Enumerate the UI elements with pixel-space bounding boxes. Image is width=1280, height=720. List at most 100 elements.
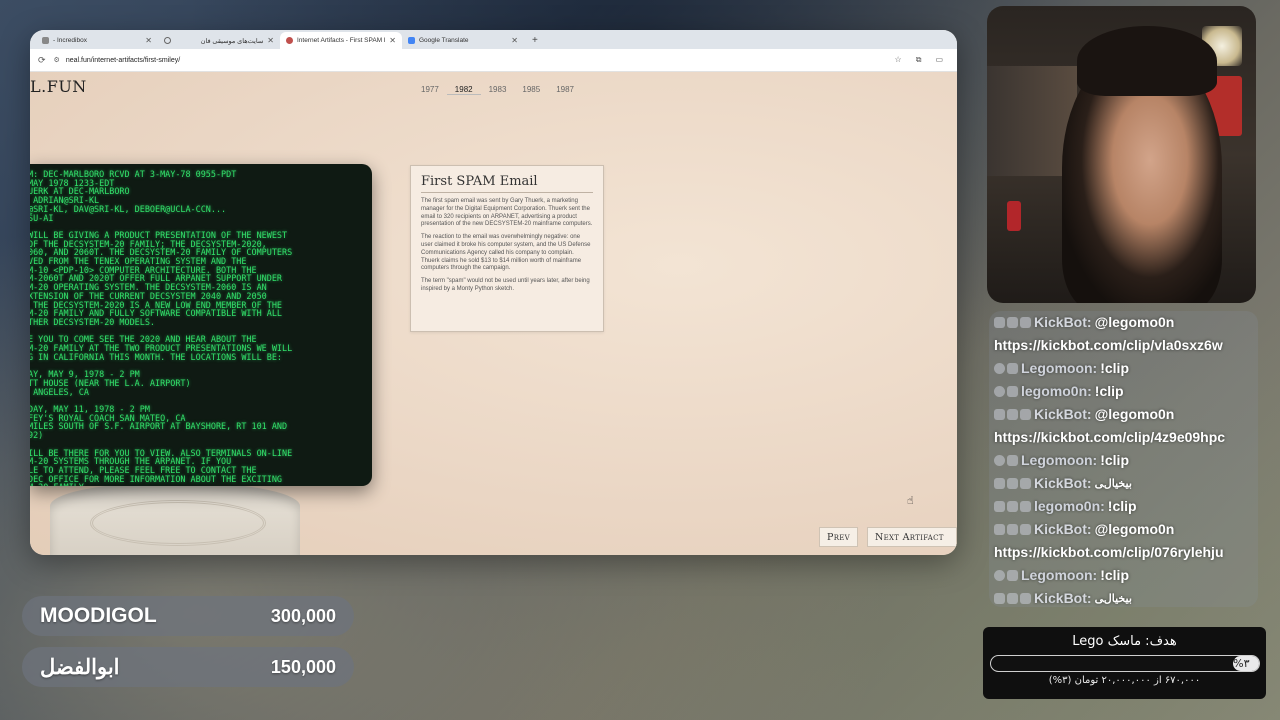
moderator-badge-icon xyxy=(994,408,1005,420)
close-icon[interactable]: ✕ xyxy=(511,36,518,45)
email-terminal: M: DEC-MARLBORO RCVD AT 3-MAY-78 0955-PD… xyxy=(30,164,372,486)
tab-google-translate[interactable]: Google Translate ✕ xyxy=(402,32,524,49)
crown-badge-icon xyxy=(994,569,1005,581)
close-icon[interactable]: ✕ xyxy=(267,36,274,45)
donor-name: MOODIGOL xyxy=(40,604,157,627)
kick-badge-icon xyxy=(1020,500,1031,512)
chat-badges xyxy=(994,500,1031,512)
kick-badge-icon xyxy=(1020,316,1031,328)
tab-internet-artifacts[interactable]: Internet Artifacts - First SPAM E ✕ xyxy=(280,32,402,49)
top-donor-bar: MOODIGOL 300,000 xyxy=(22,596,354,636)
pedestal xyxy=(50,482,300,555)
year-item[interactable]: 1983 xyxy=(481,85,515,95)
chat-text: @legomo0n xyxy=(1094,521,1175,537)
chat-message: https://kickbot.com/clip/vla0sxz6w xyxy=(994,335,1223,355)
site-logo[interactable]: L.FUN xyxy=(30,77,87,96)
chat-message: Legomoon: !clip xyxy=(994,450,1129,470)
donor-amount: 150,000 xyxy=(270,656,336,677)
terminal-text: M: DEC-MARLBORO RCVD AT 3-MAY-78 0955-PD… xyxy=(30,169,293,486)
chat-message: https://kickbot.com/clip/076rylehju xyxy=(994,542,1224,562)
google-translate-icon xyxy=(408,37,415,44)
next-artifact-button[interactable]: Next Artifact xyxy=(867,527,957,547)
close-icon[interactable]: ✕ xyxy=(145,36,152,45)
web-page: L.FUN 1977 1982 1983 1985 1987 M: DEC-MA… xyxy=(30,72,957,555)
chat-username: KickBot: xyxy=(1034,521,1092,537)
donor-name: ابوالفضل xyxy=(40,655,120,679)
chat-badges xyxy=(994,477,1031,489)
year-item[interactable]: 1985 xyxy=(514,85,548,95)
background-item xyxy=(1007,201,1021,231)
extensions-icon[interactable]: ⧉ xyxy=(916,55,922,65)
donation-goal-widget: هدف: ماسک Lego %۳ ۶۷۰,۰۰۰ از ۲۰,۰۰۰,۰۰۰ … xyxy=(983,627,1266,699)
sword-badge-icon xyxy=(1007,592,1018,604)
url-text: neal.fun/internet-artifacts/first-smiley… xyxy=(65,56,181,64)
chat-badges xyxy=(994,316,1031,328)
sword-badge-icon xyxy=(1007,408,1018,420)
year-timeline: 1977 1982 1983 1985 1987 xyxy=(413,85,582,95)
browser-toolbar: ⟳ ⚙ neal.fun/internet-artifacts/first-sm… xyxy=(30,49,957,72)
bookmark-star-icon[interactable]: ☆ xyxy=(895,55,902,65)
chat-text: ﺑﯿﺨﯿﺎﻝﯽ xyxy=(1094,592,1132,605)
reload-icon[interactable]: ⟳ xyxy=(38,55,46,66)
sword-badge-icon xyxy=(1007,477,1018,489)
tab-bar: - Incredibox ✕ سایت‌های موسیقی فان ✕ Int… xyxy=(30,30,957,49)
chat-message: KickBot: ﺑﯿﺨﯿﺎﻝﯽ xyxy=(994,588,1132,607)
moderator-badge-icon xyxy=(994,316,1005,328)
webcam-feed xyxy=(987,6,1256,303)
chat-link[interactable]: https://kickbot.com/clip/vla0sxz6w xyxy=(994,337,1223,353)
globe-icon xyxy=(164,37,171,44)
sub-badge-icon xyxy=(1007,569,1018,581)
sword-badge-icon xyxy=(1007,316,1018,328)
chat-message: KickBot: ﺑﯿﺨﯿﺎﻝﯽ xyxy=(994,473,1132,493)
chat-username: Legomoon: xyxy=(1021,360,1098,376)
chat-username: KickBot: xyxy=(1034,475,1092,491)
year-item[interactable]: 1977 xyxy=(413,85,447,95)
artifact-paragraph: The reaction to the email was overwhelmi… xyxy=(421,234,591,272)
chat-text: ﺑﯿﺨﯿﺎﻝﯽ xyxy=(1094,477,1132,490)
year-item[interactable]: 1987 xyxy=(548,85,582,95)
chat-username: KickBot: xyxy=(1034,406,1092,422)
chat-message: Legomoon: !clip xyxy=(994,358,1129,378)
chat-message: Legomoon: !clip xyxy=(994,565,1129,585)
site-info-icon[interactable]: ⚙ xyxy=(54,56,60,64)
new-tab-button[interactable]: + xyxy=(524,32,546,49)
chat-username: KickBot: xyxy=(1034,590,1092,606)
sub-badge-icon xyxy=(1007,362,1018,374)
goal-title: هدف: ماسک Lego xyxy=(1072,634,1177,649)
chat-overlay: KickBot: @legomo0n https://kickbot.com/cl… xyxy=(989,311,1258,607)
chat-link[interactable]: https://kickbot.com/clip/4z9e09hpc xyxy=(994,429,1225,445)
chat-badges xyxy=(994,523,1031,535)
mouse-cursor-icon: ☝ xyxy=(907,494,914,507)
chat-badges xyxy=(994,592,1031,604)
chat-text: !clip xyxy=(1100,452,1129,468)
donor-bar: ابوالفضل 150,000 xyxy=(22,647,354,687)
prev-button[interactable]: Prev xyxy=(819,527,859,547)
chat-badges xyxy=(994,385,1018,397)
chat-message: KickBot: @legomo0n xyxy=(994,312,1174,332)
artifact-info-card: First SPAM Email The first spam email wa… xyxy=(410,165,604,332)
address-bar[interactable]: ⚙ neal.fun/internet-artifacts/first-smil… xyxy=(54,52,887,68)
incredibox-icon xyxy=(42,37,49,44)
close-icon[interactable]: ✕ xyxy=(389,36,396,45)
cast-icon[interactable]: ▭ xyxy=(935,55,943,65)
moderator-badge-icon xyxy=(994,500,1005,512)
tab-music-sites[interactable]: سایت‌های موسیقی فان ✕ xyxy=(158,32,280,49)
mic-badge-icon xyxy=(994,385,1005,397)
sword-badge-icon xyxy=(1007,500,1018,512)
sword-badge-icon xyxy=(1007,523,1018,535)
toolbar-actions: ☆ ⧉ ▭ xyxy=(895,55,949,65)
year-item-selected[interactable]: 1982 xyxy=(446,85,481,95)
goal-progress-bar: %۳ xyxy=(989,655,1260,672)
kick-badge-icon xyxy=(1020,523,1031,535)
tab-title: Internet Artifacts - First SPAM E xyxy=(297,37,386,44)
streamer-hair xyxy=(1077,26,1217,96)
tab-title: Google Translate xyxy=(419,37,469,44)
chat-message: legomo0n: !clip xyxy=(994,381,1124,401)
browser-window: - Incredibox ✕ سایت‌های موسیقی فان ✕ Int… xyxy=(30,30,957,555)
kick-badge-icon xyxy=(1020,408,1031,420)
crown-badge-icon xyxy=(994,362,1005,374)
chat-link[interactable]: https://kickbot.com/clip/076rylehju xyxy=(994,544,1224,560)
goal-subtitle: ۶۷۰,۰۰۰ از ۲۰,۰۰۰,۰۰۰ تومان (۳%) xyxy=(1048,675,1201,686)
tab-incredibox[interactable]: - Incredibox ✕ xyxy=(36,32,158,49)
moderator-badge-icon xyxy=(994,592,1005,604)
